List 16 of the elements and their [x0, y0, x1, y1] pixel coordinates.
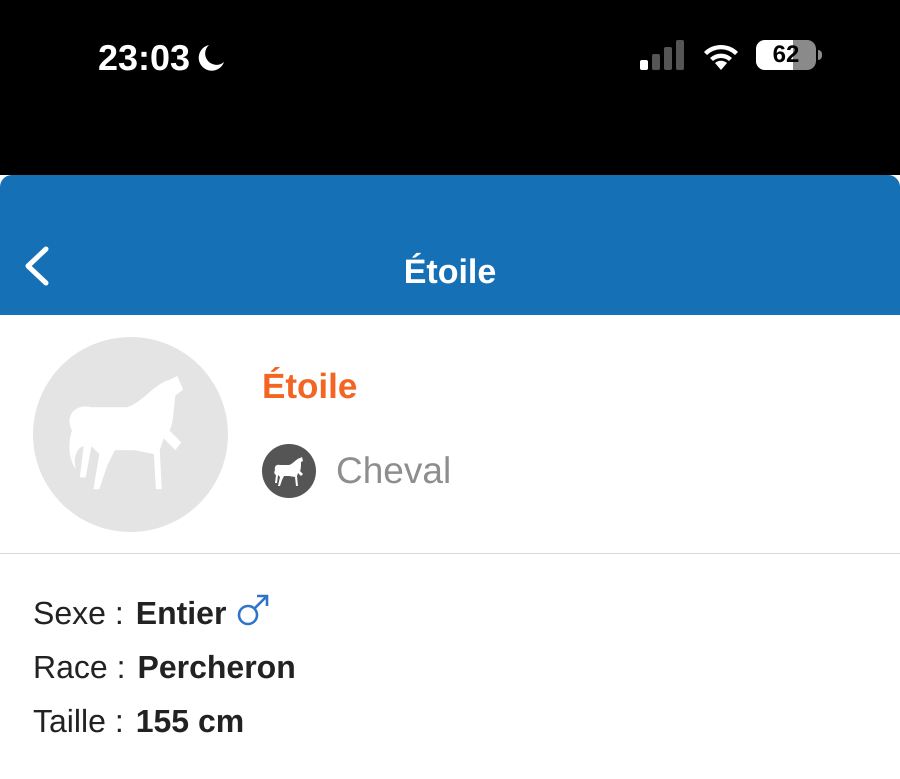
detail-label: Sexe :	[33, 596, 124, 630]
horse-name: Étoile	[262, 368, 358, 404]
male-symbol-icon	[236, 593, 270, 627]
horse-avatar-icon	[33, 336, 228, 532]
species-label: Cheval	[336, 452, 452, 489]
clock-time: 23:03	[98, 40, 190, 76]
screen-title: Étoile	[404, 255, 496, 289]
detail-value: 155 cm	[136, 704, 244, 738]
moon-icon	[196, 43, 226, 73]
detail-value: Percheron	[137, 650, 296, 684]
horse-icon	[262, 444, 316, 498]
detail-value: Entier	[136, 596, 226, 630]
detail-label: Race :	[33, 650, 126, 684]
signal-icon	[640, 40, 686, 70]
detail-label: Taille :	[33, 704, 124, 738]
battery-icon: 62	[756, 40, 816, 70]
